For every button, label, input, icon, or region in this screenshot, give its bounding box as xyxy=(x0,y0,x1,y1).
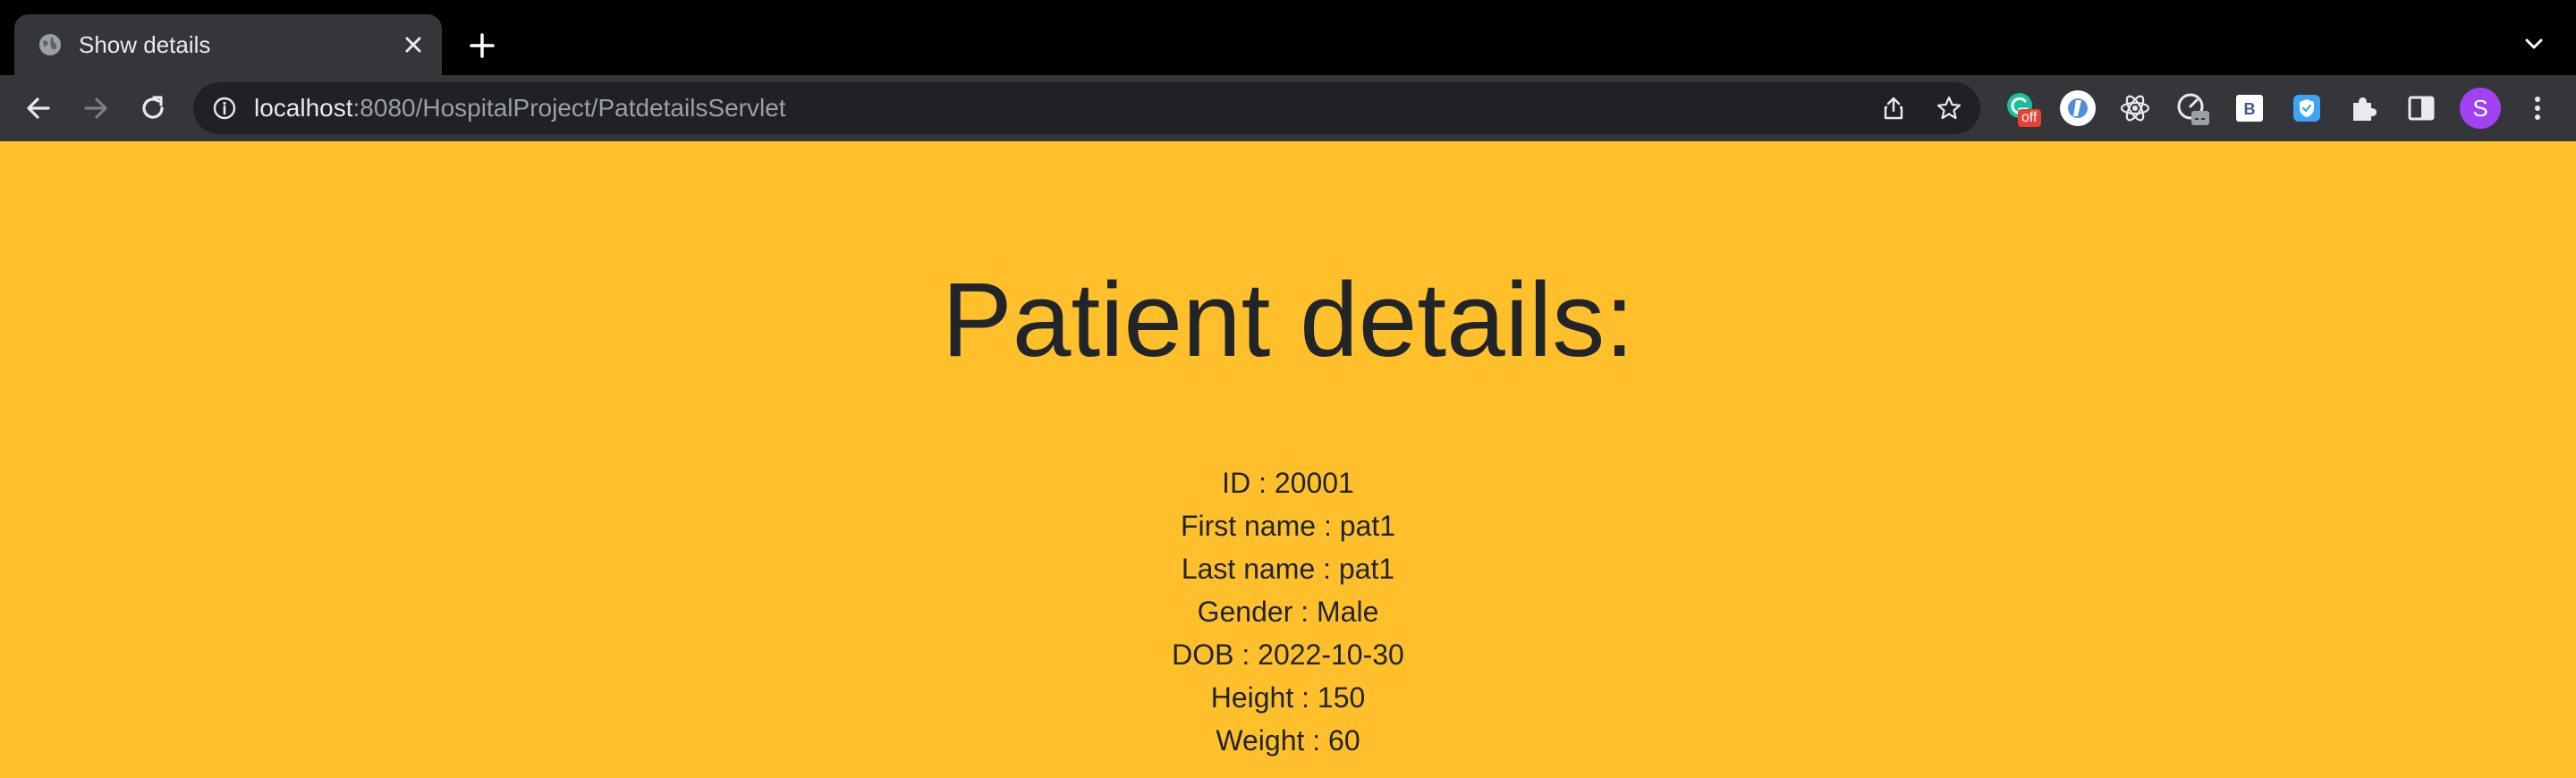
grammarly-extension[interactable]: off xyxy=(2004,89,2041,127)
detail-line: DOB : 2022-10-30 xyxy=(1172,638,1404,671)
svg-text:B: B xyxy=(2244,100,2256,118)
detail-line: Last name : pat1 xyxy=(1181,553,1395,585)
detail-value: 2022-10-30 xyxy=(1258,638,1404,671)
detail-line: Gender : Male xyxy=(1197,596,1379,628)
loom-extension-icon[interactable] xyxy=(2059,89,2097,127)
react-devtools-icon[interactable] xyxy=(2116,89,2154,127)
detail-label: Gender xyxy=(1197,596,1293,628)
puzzle-icon[interactable] xyxy=(2345,89,2383,127)
tab-title: Show details xyxy=(79,31,211,58)
three-dots-icon[interactable] xyxy=(2522,93,2553,123)
address-bar[interactable]: localhost:8080/HospitalProject/Patdetail… xyxy=(193,82,1980,134)
detail-line: Weight : 60 xyxy=(1216,724,1360,757)
detail-value: 150 xyxy=(1317,681,1366,714)
url-text[interactable]: localhost:8080/HospitalProject/Patdetail… xyxy=(254,93,786,123)
url-host: localhost xyxy=(254,94,353,122)
chevron-down-icon[interactable] xyxy=(2521,30,2547,57)
back-arrow-icon[interactable] xyxy=(21,91,55,125)
reload-icon[interactable] xyxy=(136,91,170,125)
detail-line: First name : pat1 xyxy=(1180,510,1396,542)
detail-value: 20001 xyxy=(1274,467,1354,499)
gauge-icon xyxy=(2177,93,2209,125)
detail-value: 60 xyxy=(1328,724,1360,757)
detail-label: Last name xyxy=(1181,553,1316,585)
forward-arrow-icon[interactable] xyxy=(79,91,113,125)
page-title: Patient details: xyxy=(941,261,1635,379)
share-icon[interactable] xyxy=(1880,95,1907,122)
url-path: :8080/HospitalProject/PatdetailsServlet xyxy=(352,94,786,122)
star-icon[interactable] xyxy=(1936,95,1962,122)
grammarly-off-badge: off xyxy=(2018,109,2041,127)
detail-label: ID xyxy=(1222,467,1251,499)
monitor-extension[interactable] xyxy=(2174,89,2211,127)
detail-label: First name xyxy=(1180,510,1317,542)
browser-toolbar: localhost:8080/HospitalProject/Patdetail… xyxy=(0,75,2576,141)
patient-details: ID : 20001 First name : pat1 Last name : p… xyxy=(0,461,2576,762)
info-icon[interactable] xyxy=(211,95,238,122)
detail-label: DOB xyxy=(1172,638,1234,671)
profile-avatar[interactable]: S xyxy=(2460,88,2501,129)
detail-value: Male xyxy=(1317,596,1379,628)
detail-value: pat1 xyxy=(1338,553,1395,585)
detail-label: Weight xyxy=(1216,724,1305,757)
detail-line: Height : 150 xyxy=(1210,681,1366,714)
detail-line: ID : 20001 xyxy=(1222,467,1354,499)
page-content: Patient details: ID : 20001 First name : … xyxy=(0,141,2576,778)
browser-tab[interactable]: Show details xyxy=(14,14,442,75)
plus-icon[interactable] xyxy=(467,30,497,61)
bootstrap-extension-icon[interactable]: B xyxy=(2231,89,2268,127)
detail-value: pat1 xyxy=(1339,510,1396,542)
shield-extension-icon[interactable] xyxy=(2288,89,2326,127)
globe-icon xyxy=(39,34,61,55)
detail-label: Height xyxy=(1210,681,1294,714)
close-icon[interactable] xyxy=(401,32,426,57)
side-panel-icon[interactable] xyxy=(2402,89,2440,127)
tab-strip: Show details xyxy=(0,0,2576,75)
